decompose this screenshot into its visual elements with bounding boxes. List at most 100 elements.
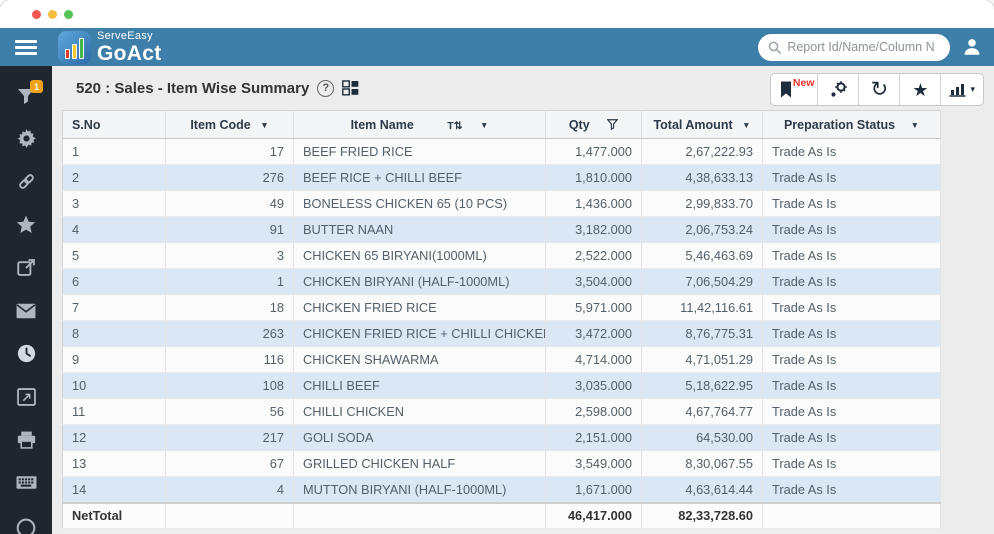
user-icon [962,37,982,57]
cell-item-code: 67 [166,451,294,477]
favorites-sidebar-button[interactable] [0,203,52,246]
cell-qty: 3,472.000 [546,321,642,347]
bar-chart-icon [949,82,966,97]
table-row: 5 3 CHICKEN 65 BIRYANI(1000ML) 2,522.000… [63,243,941,269]
cell-sno: 7 [63,295,166,321]
cell-item-code: 91 [166,217,294,243]
sort-caret-icon: ▼ [911,120,919,130]
clock-icon [17,344,36,363]
cell-sno: 12 [63,425,166,451]
cell-total-amount: 4,38,633.13 [642,165,763,191]
cell-item-code: 263 [166,321,294,347]
cell-preparation-status: Trade As Is [763,165,941,191]
history-sidebar-button[interactable] [0,332,52,375]
search-input[interactable] [787,40,940,54]
print-sidebar-button[interactable] [0,418,52,461]
window-close-button[interactable] [32,10,41,19]
mail-icon [16,303,36,319]
settings-sidebar-button[interactable] [0,117,52,160]
cell-item-code: 1 [166,269,294,295]
star-icon [16,215,36,234]
logo-barchart-icon [58,31,91,64]
open-window-sidebar-button[interactable] [0,375,52,418]
cell-preparation-status: Trade As Is [763,139,941,165]
table-row: 8 263 CHICKEN FRIED RICE + CHILLI CHICKE… [63,321,941,347]
cell-total-amount: 5,46,463.69 [642,243,763,269]
cell-sno: 1 [63,139,166,165]
net-total-label: NetTotal [63,503,166,529]
cell-sno: 9 [63,347,166,373]
cell-qty: 1,810.000 [546,165,642,191]
top-app-bar: ServeEasy GoAct [0,28,994,66]
header-item-name[interactable]: Item Name T⇅ ▼ [294,111,546,139]
table-row: 13 67 GRILLED CHICKEN HALF 3,549.000 8,3… [63,451,941,477]
cell-item-name: BEEF RICE + CHILLI BEEF [294,165,546,191]
net-total-row: NetTotal 46,417.000 82,33,728.60 [63,503,941,529]
cell-preparation-status: Trade As Is [763,347,941,373]
cell-qty: 1,477.000 [546,139,642,165]
cell-preparation-status: Trade As Is [763,191,941,217]
header-qty[interactable]: Qty [546,111,642,139]
cell-qty: 5,971.000 [546,295,642,321]
header-preparation-status[interactable]: Preparation Status ▼ [763,111,941,139]
cell-total-amount: 4,67,764.77 [642,399,763,425]
header-total-amount[interactable]: Total Amount ▼ [642,111,763,139]
refresh-button[interactable]: ↻ [859,74,900,105]
favorite-button[interactable]: ★ [900,74,941,105]
support-icon [16,518,36,534]
report-search-box[interactable] [758,34,950,61]
cell-item-code: 116 [166,347,294,373]
table-row: 7 18 CHICKEN FRIED RICE 5,971.000 11,42,… [63,295,941,321]
header-sno[interactable]: S.No [63,111,166,139]
cell-qty: 2,598.000 [546,399,642,425]
brand-name-bottom: GoAct [97,43,162,64]
window-minimize-button[interactable] [48,10,57,19]
cell-item-name: MUTTON BIRYANI (HALF-1000ML) [294,477,546,503]
cell-preparation-status: Trade As Is [763,295,941,321]
share-sidebar-button[interactable] [0,246,52,289]
cell-item-code: 3 [166,243,294,269]
share-export-icon [17,258,36,277]
cell-item-name: BEEF FRIED RICE [294,139,546,165]
filter-sidebar-button[interactable]: 1 [0,74,52,117]
cell-preparation-status: Trade As Is [763,477,941,503]
left-sidebar: 1 [0,66,52,534]
cell-item-code: 217 [166,425,294,451]
main-content: 520 : Sales - Item Wise Summary ? New [52,66,994,534]
cell-sno: 10 [63,373,166,399]
cell-preparation-status: Trade As Is [763,399,941,425]
cell-item-code: 4 [166,477,294,503]
keyboard-icon [16,475,37,490]
table-row: 2 276 BEEF RICE + CHILLI BEEF 1,810.000 … [63,165,941,191]
column-layout-icon[interactable] [342,80,359,96]
cell-preparation-status: Trade As Is [763,269,941,295]
header-item-code[interactable]: Item Code ▼ [166,111,294,139]
chart-view-button[interactable]: ▾ [941,74,983,105]
gears-icon [829,80,848,99]
table-row: 14 4 MUTTON BIRYANI (HALF-1000ML) 1,671.… [63,477,941,503]
mail-sidebar-button[interactable] [0,289,52,332]
cell-qty: 1,671.000 [546,477,642,503]
app-logo[interactable]: ServeEasy GoAct [58,31,162,64]
cell-total-amount: 64,530.00 [642,425,763,451]
keyboard-sidebar-button[interactable] [0,461,52,504]
hamburger-menu-icon[interactable] [0,40,52,55]
bookmark-new-button[interactable]: New [771,74,818,105]
cell-item-name: GOLI SODA [294,425,546,451]
net-total-amount: 82,33,728.60 [642,503,763,529]
cell-sno: 5 [63,243,166,269]
help-sidebar-button[interactable] [0,504,52,534]
cell-item-name: CHICKEN FRIED RICE [294,295,546,321]
cell-qty: 1,436.000 [546,191,642,217]
help-icon[interactable]: ? [317,80,334,97]
cell-total-amount: 4,63,614.44 [642,477,763,503]
browser-chrome [0,0,994,28]
printer-icon [17,431,36,449]
cell-sno: 8 [63,321,166,347]
link-sidebar-button[interactable] [0,160,52,203]
report-table: S.No Item Code ▼ Item Name T⇅ ▼ Qty [62,110,941,529]
window-maximize-button[interactable] [64,10,73,19]
cell-item-code: 17 [166,139,294,165]
process-settings-button[interactable] [818,74,859,105]
user-profile-button[interactable] [962,37,982,57]
